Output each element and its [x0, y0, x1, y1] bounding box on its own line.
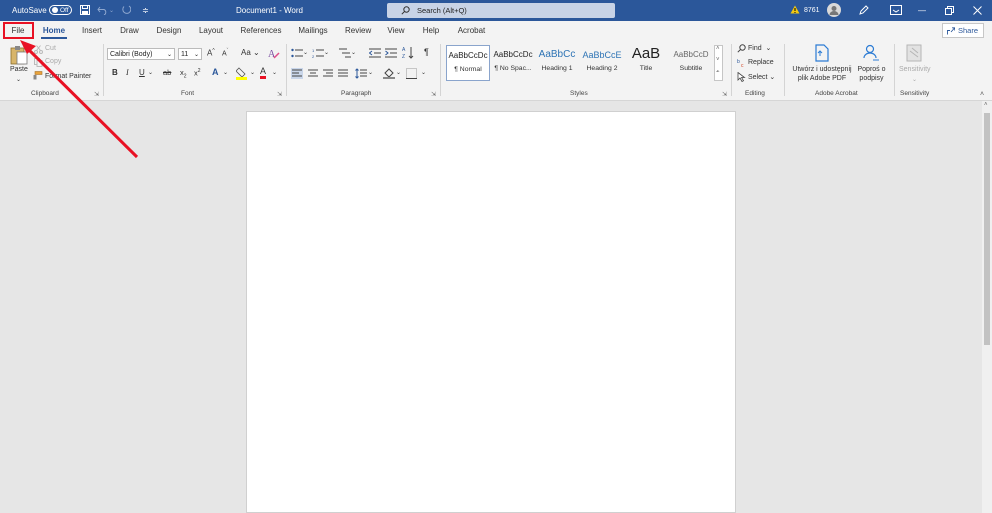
- arrow-shaft: [22, 43, 139, 159]
- annotation-arrow: [20, 40, 139, 159]
- arrow-head: [20, 40, 36, 54]
